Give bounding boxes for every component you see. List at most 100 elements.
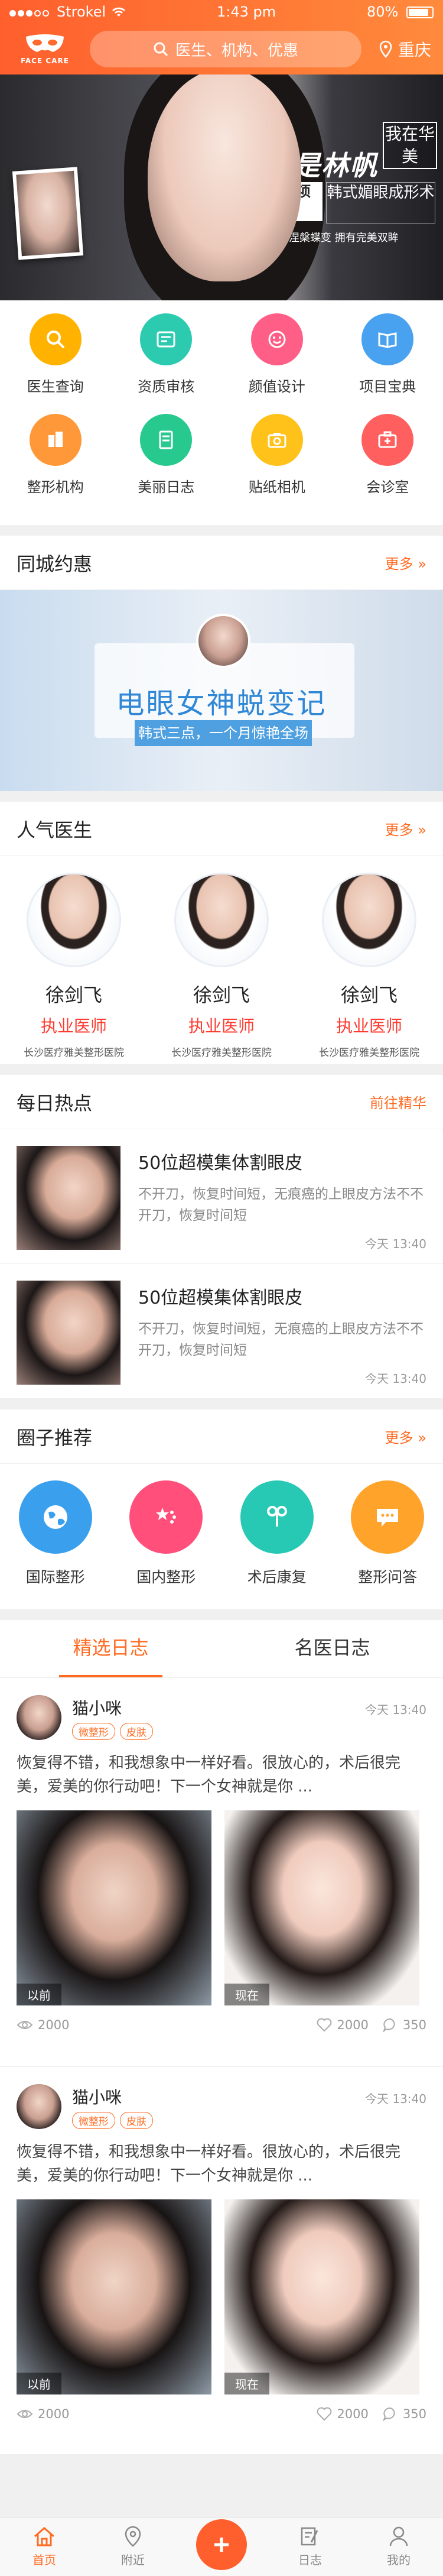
circle-recovery[interactable]: 术后康复 — [222, 1480, 333, 1587]
tab-publish[interactable] — [177, 2517, 266, 2576]
comment-button[interactable]: 350 — [383, 2018, 426, 2032]
after-image[interactable]: 现在 — [224, 1810, 419, 2005]
city-selector[interactable]: 重庆 — [379, 37, 431, 61]
like-count: 2000 — [337, 2018, 369, 2032]
circle-label: 国内整形 — [136, 1569, 196, 1586]
before-image[interactable]: 以前 — [17, 1810, 211, 2005]
plus-icon[interactable] — [196, 2519, 247, 2570]
grid-item-institution[interactable]: 整形机构 — [0, 414, 111, 514]
circle-domestic[interactable]: 国内整形 — [111, 1480, 222, 1587]
user-avatar[interactable] — [17, 2084, 61, 2129]
deal-avatar — [196, 614, 250, 668]
like-button[interactable]: 2000 — [317, 2018, 369, 2032]
search-icon — [154, 42, 168, 57]
post-tag[interactable]: 皮肤 — [120, 2111, 153, 2129]
user-name[interactable]: 猫小咪 — [72, 2085, 153, 2108]
grid-item-doctor-search[interactable]: 医生查询 — [0, 313, 111, 414]
home-icon — [34, 2527, 54, 2546]
grid-label: 医生查询 — [27, 378, 84, 395]
grid-label: 资质审核 — [138, 378, 195, 395]
like-button[interactable]: 2000 — [317, 2407, 369, 2421]
grid-item-face-design[interactable]: 颜值设计 — [222, 313, 333, 414]
globe-icon — [18, 1480, 92, 1554]
tab-doctor-diary[interactable]: 名医日志 — [222, 1620, 443, 1677]
post-tag[interactable]: 微整形 — [72, 1722, 115, 1740]
bottom-tab-bar: 首页 附近 日志 我的 — [0, 2517, 443, 2576]
daily-hot-section: 每日热点 前往精华 50位超模集体割眼皮 不开刀，恢复时间短，无痕癌的上眼皮方法… — [0, 1075, 443, 1399]
news-item[interactable]: 50位超模集体割眼皮 不开刀，恢复时间短，无痕癌的上眼皮方法不不开刀，恢复时间短… — [0, 1264, 443, 1399]
post-text: 恢复得不错，和我想象中一样好看。很放心的，术后很完美，爱美的你行动吧！下一个女神… — [17, 2143, 401, 2185]
more-label: 更多 — [385, 556, 413, 572]
doctor-card[interactable]: 徐剑飞 执业医师 长沙医疗雅美整形医院 — [295, 873, 443, 1059]
diary-post[interactable]: 猫小咪 微整形 皮肤 今天 13:40 恢复得不错，和我想象中一样好看。很放心的，… — [0, 1678, 443, 2067]
grid-item-consult-room[interactable]: 会诊室 — [333, 414, 443, 514]
doctor-name: 徐剑飞 — [193, 984, 250, 1006]
double-chevron-icon: » — [418, 1430, 426, 1446]
building-icon — [29, 414, 82, 466]
user-name[interactable]: 猫小咪 — [72, 1696, 153, 1719]
news-title: 50位超模集体割眼皮 — [138, 1153, 303, 1174]
doctor-name: 徐剑飞 — [340, 984, 398, 1006]
go-to-featured-link[interactable]: 前往精华 — [370, 1091, 426, 1112]
doctor-card[interactable]: 徐剑飞 执业医师 长沙医疗雅美整形医院 — [0, 873, 148, 1059]
tab-nearby[interactable]: 附近 — [89, 2517, 177, 2576]
battery-icon — [406, 7, 434, 18]
banner-model-image — [148, 74, 301, 281]
circle-recommend-section: 圈子推荐 更多 » 国际整形 国内整形 术后康复 整形问答 — [0, 1409, 443, 1609]
more-link[interactable]: 更多 » — [385, 1426, 426, 1447]
comment-button[interactable]: 350 — [383, 2407, 426, 2421]
grid-item-beauty-diary[interactable]: 美丽日志 — [111, 414, 222, 514]
more-label: 更多 — [385, 822, 413, 838]
search-bar[interactable]: 医生、机构、优惠 — [90, 31, 361, 67]
deal-banner[interactable]: 电眼女神蜕变记 韩式三点，一个月惊艳全场 — [0, 590, 443, 791]
location-icon — [125, 2526, 141, 2547]
doctor-avatar — [322, 873, 416, 967]
double-chevron-icon: » — [418, 822, 426, 838]
grid-label: 贴纸相机 — [248, 479, 305, 495]
doctor-name: 徐剑飞 — [45, 984, 102, 1006]
user-avatar[interactable] — [17, 1695, 61, 1740]
circle-label: 术后康复 — [247, 1569, 307, 1586]
circle-international[interactable]: 国际整形 — [0, 1480, 111, 1587]
banner-tag: 我在华美 — [383, 122, 437, 169]
banner-subtitle: 韩式媚眼成形术 — [326, 182, 435, 223]
eye-icon — [17, 2021, 33, 2029]
logo[interactable]: FACE CARE — [12, 33, 78, 65]
chat-icon — [351, 1480, 425, 1554]
tab-diary[interactable]: 日志 — [266, 2517, 354, 2576]
tab-label: 首页 — [32, 2553, 56, 2567]
view-count: 2000 — [38, 2018, 70, 2032]
post-tag[interactable]: 皮肤 — [120, 1722, 153, 1740]
post-tag[interactable]: 微整形 — [72, 2111, 115, 2129]
mask-logo-icon — [24, 33, 66, 56]
promo-banner[interactable]: 我是林帆 我在华美 整形项目 韩式媚眼成形术 20天涅槃蝶变 拥有完美双眸 — [0, 74, 443, 300]
grid-item-project-guide[interactable]: 项目宝典 — [333, 313, 443, 414]
before-image[interactable]: 以前 — [17, 2199, 211, 2394]
circle-qa[interactable]: 整形问答 — [333, 1480, 443, 1587]
circle-label: 国际整形 — [25, 1569, 85, 1586]
doctor-hospital: 长沙医疗雅美整形医院 — [24, 1047, 124, 1059]
more-link[interactable]: 更多 » — [385, 818, 426, 839]
tab-me[interactable]: 我的 — [354, 2517, 443, 2576]
tab-label: 附近 — [121, 2553, 145, 2567]
status-bar: Strokel 1:43 pm 80% — [0, 0, 443, 24]
diary-post[interactable]: 猫小咪 微整形 皮肤 今天 13:40 恢复得不错，和我想象中一样好看。很放心的，… — [0, 2067, 443, 2455]
more-link[interactable]: 更多 » — [385, 552, 426, 573]
grid-label: 整形机构 — [27, 479, 84, 495]
camera-icon — [250, 414, 303, 466]
doctor-card[interactable]: 徐剑飞 执业医师 长沙医疗雅美整形医院 — [148, 873, 295, 1059]
after-image[interactable]: 现在 — [224, 2199, 419, 2394]
user-icon — [389, 2526, 408, 2546]
doctor-avatar — [27, 873, 121, 967]
post-text: 恢复得不错，和我想象中一样好看。很放心的，术后很完美，爱美的你行动吧！下一个女神… — [17, 1754, 401, 1796]
news-description: 不开刀，恢复时间短，无痕癌的上眼皮方法不不开刀，恢复时间短 — [138, 1187, 424, 1223]
tab-home[interactable]: 首页 — [0, 2517, 89, 2576]
before-photo — [12, 167, 84, 260]
news-description: 不开刀，恢复时间短，无痕癌的上眼皮方法不不开刀，恢复时间短 — [138, 1321, 424, 1358]
like-count: 2000 — [337, 2407, 369, 2421]
news-item[interactable]: 50位超模集体割眼皮 不开刀，恢复时间短，无痕癌的上眼皮方法不不开刀，恢复时间短… — [0, 1129, 443, 1264]
news-thumbnail — [17, 1281, 120, 1385]
grid-item-sticker-camera[interactable]: 贴纸相机 — [222, 414, 333, 514]
tab-featured-diary[interactable]: 精选日志 — [0, 1620, 222, 1677]
grid-item-qualification[interactable]: 资质审核 — [111, 313, 222, 414]
